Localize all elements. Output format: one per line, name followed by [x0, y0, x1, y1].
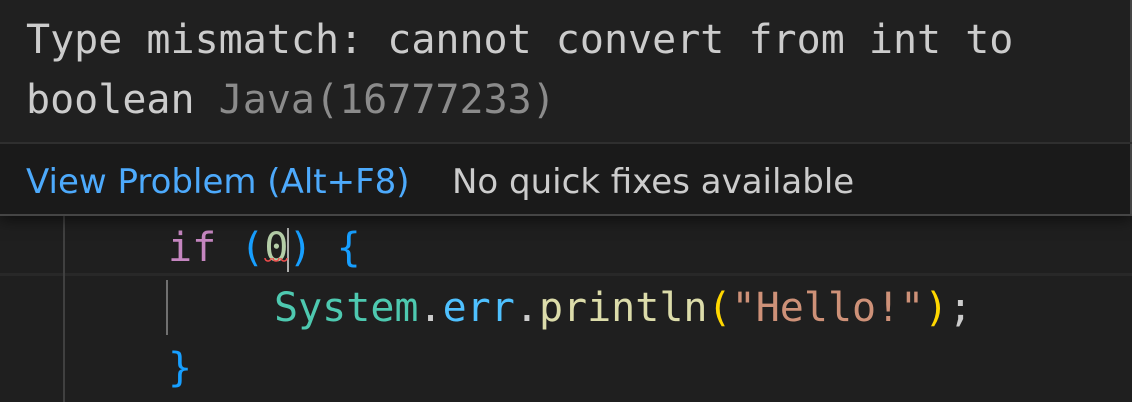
type-token: System: [274, 285, 419, 331]
code-line-close-brace[interactable]: }: [168, 340, 192, 396]
field-token: err: [442, 285, 515, 331]
call-close-paren-token: ): [924, 285, 949, 331]
open-paren-token: (: [240, 225, 265, 271]
keyword-token: if: [168, 225, 217, 271]
no-quick-fixes-label: No quick fixes available: [452, 162, 855, 202]
problem-source: Java(16777233): [218, 77, 556, 123]
method-token: println: [538, 285, 708, 331]
editor-screen: if (0) { System.err.println("Hello!"); }…: [0, 0, 1132, 402]
open-brace-token: {: [336, 225, 361, 271]
problem-message: Type mismatch: cannot convert from int t…: [26, 10, 1126, 130]
close-brace-token: }: [168, 345, 193, 391]
code-line-if[interactable]: if (0) {: [168, 220, 361, 276]
indent-guide: [63, 210, 65, 402]
error-number-token[interactable]: 0: [264, 225, 288, 271]
problem-hover-widget: Type mismatch: cannot convert from int t…: [0, 0, 1132, 216]
view-problem-link[interactable]: View Problem (Alt+F8): [26, 158, 410, 206]
semicolon-token: ;: [948, 285, 973, 331]
call-open-paren-token: (: [707, 285, 732, 331]
close-paren-token: ): [288, 225, 313, 271]
active-indent-guide: [166, 280, 168, 335]
string-token: "Hello!": [731, 285, 925, 331]
code-line-println[interactable]: System.err.println("Hello!");: [274, 280, 972, 336]
